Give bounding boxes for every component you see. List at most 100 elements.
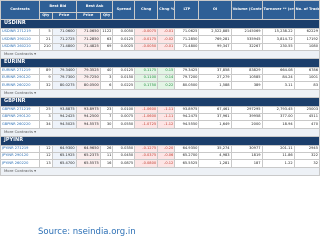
volume-cell: 535945 — [230, 35, 263, 44]
oi-cell: 4,983 — [198, 151, 232, 161]
volume-cell: 1819 — [230, 151, 263, 161]
oi-cell: 1,649 — [198, 120, 232, 129]
ltp-cell: 65.5525 — [174, 159, 200, 168]
source-caption: Source: nseindia.org.in — [38, 227, 136, 237]
turnover-cell: 18.94 — [261, 120, 295, 129]
contract-cell[interactable]: GBPINR 290120 — [0, 113, 40, 122]
change-cell: -0.0050 — [134, 42, 159, 51]
trades-cell: 25003 — [293, 105, 320, 115]
change-cell: 0.1175 — [134, 66, 159, 76]
oi-cell: 99,347 — [198, 42, 232, 51]
volume-cell: 39958 — [230, 113, 263, 122]
table-row: JPYINR 290120 12 65.1925 65.2375 11 0.0450 -0.… — [0, 151, 320, 161]
more-contracts-link[interactable]: More Contracts ▾ — [0, 49, 320, 59]
contract-cell[interactable]: EURINR 271219 — [0, 66, 40, 76]
bid-qty-cell: 12 — [39, 151, 53, 161]
change-cell: -0.0800 — [134, 159, 159, 168]
ltp-cell: 94.5550 — [174, 120, 200, 129]
more-contracts-link[interactable]: More Contracts ▾ — [0, 88, 320, 98]
col-header-ask-price: Price — [75, 12, 101, 20]
change-cell: -0.0175 — [134, 35, 159, 44]
table-row: JPYINR 271219 12 64.9300 64.9650 26 0.0350 -0.… — [0, 144, 320, 153]
table-row: GBPINR 260220 34 94.5025 94.5575 30 0.0550 -1.… — [0, 120, 320, 129]
contract-cell[interactable]: GBPINR 271219 — [0, 105, 40, 115]
spread-cell: 0.0450 — [112, 151, 136, 161]
col-header-ltp: LTP — [174, 0, 200, 20]
turnover-cell: 377.00 — [261, 113, 295, 122]
contract-cell[interactable]: USDINR 290120 — [0, 35, 40, 44]
section-title: GBPINR — [0, 96, 320, 107]
ask-qty-cell: 69 — [99, 42, 114, 51]
turnover-cell: 201.11 — [261, 144, 295, 153]
ask-qty-cell: 26 — [99, 144, 114, 153]
spread-cell: 0.0875 — [112, 159, 136, 168]
trades-cell: 2945 — [293, 144, 320, 153]
table-row: EURINR 260220 32 80.0275 80.0500 6 0.0225 0.17… — [0, 81, 320, 90]
bid-price-cell: 79.7300 — [51, 74, 77, 83]
volume-cell: 187 — [230, 159, 263, 168]
table-row: GBPINR 290120 3 94.2425 94.2500 7 0.0075 -1.06… — [0, 113, 320, 122]
trades-cell: 83 — [293, 81, 320, 90]
contract-cell[interactable]: EURINR 260220 — [0, 81, 40, 90]
contract-cell[interactable]: EURINR 290120 — [0, 74, 40, 83]
col-header-oi: OI — [198, 0, 232, 20]
change-cell: -1.0600 — [134, 113, 159, 122]
section-title: JPYINR — [0, 135, 320, 146]
spread-cell: 0.0100 — [112, 105, 136, 115]
contract-cell[interactable]: USDINR 260220 — [0, 42, 40, 51]
section-header-usdinr: USDINR — [0, 19, 320, 29]
col-header-volume: Volume (Contracts) — [230, 0, 263, 20]
spread-cell: 0.0225 — [112, 81, 136, 90]
table-row: JPYINR 260220 13 65.4700 65.5575 16 0.0875 -0.… — [0, 159, 320, 168]
ask-qty-cell: 30 — [99, 120, 114, 129]
oi-cell: 1,588 — [198, 81, 232, 90]
contract-cell[interactable]: JPYINR 290120 — [0, 151, 40, 161]
change-pct-cell: -1.12 — [157, 120, 176, 129]
change-pct-cell: -1.11 — [157, 105, 176, 115]
col-header-ask-qty: Qty — [99, 12, 114, 20]
col-header-turnover: Turnover ** (crs) — [261, 0, 295, 20]
trades-cell: 1080 — [293, 42, 320, 51]
bid-price-cell: 94.5025 — [51, 120, 77, 129]
bid-price-cell: 71.2725 — [51, 35, 77, 44]
change-pct-cell: -0.02 — [157, 35, 176, 44]
ltp-cell: 64.9350 — [174, 144, 200, 153]
ask-price-cell: 93.8975 — [75, 105, 101, 115]
more-contracts-link[interactable]: More Contracts ▾ — [0, 127, 320, 137]
bid-price-cell: 94.2425 — [51, 113, 77, 122]
ltp-cell: 93.8975 — [174, 105, 200, 115]
contract-cell[interactable]: JPYINR 260220 — [0, 159, 40, 168]
ask-price-cell: 94.2500 — [75, 113, 101, 122]
bid-qty-cell: 34 — [39, 120, 53, 129]
trades-cell: 1001 — [293, 74, 320, 83]
bid-qty-cell: 32 — [39, 81, 53, 90]
bid-qty-cell: 9 — [39, 74, 53, 83]
bid-qty-cell: 5 — [39, 27, 53, 37]
contract-cell[interactable]: GBPINR 260220 — [0, 120, 40, 129]
trades-cell: 62229 — [293, 27, 320, 37]
ask-price-cell: 71.2850 — [75, 35, 101, 44]
change-pct-cell: 0.14 — [157, 74, 176, 83]
ltp-cell: 80.0500 — [174, 81, 200, 90]
ask-qty-cell: 11 — [99, 151, 114, 161]
spread-cell: 0.0125 — [112, 35, 136, 44]
ask-price-cell: 64.9650 — [75, 144, 101, 153]
more-contracts-row: More Contracts ▾ — [0, 127, 320, 137]
volume-cell: 83829 — [230, 66, 263, 76]
oi-cell: 67,461 — [198, 105, 232, 115]
change-pct-cell: 0.15 — [157, 66, 176, 76]
spread-cell: 0.0075 — [112, 113, 136, 122]
bid-qty-cell: 3 — [39, 113, 53, 122]
turnover-cell: 2,793.45 — [261, 105, 295, 115]
bid-price-cell: 93.8875 — [51, 105, 77, 115]
change-pct-cell: -0.01 — [157, 27, 176, 37]
more-contracts-link[interactable]: More Contracts ▾ — [0, 166, 320, 176]
market-watch-panel: Contracts Best Bid Best Ask Spread Chng … — [0, 0, 320, 226]
more-contracts-row: More Contracts ▾ — [0, 49, 320, 59]
change-pct-cell: -0.12 — [157, 159, 176, 168]
volume-cell: 389 — [230, 81, 263, 90]
contract-cell[interactable]: JPYINR 271219 — [0, 144, 40, 153]
col-header-trades: No. of Trades — [293, 0, 320, 20]
bid-price-cell: 65.4700 — [51, 159, 77, 168]
contract-cell[interactable]: USDINR 271219 — [0, 27, 40, 37]
